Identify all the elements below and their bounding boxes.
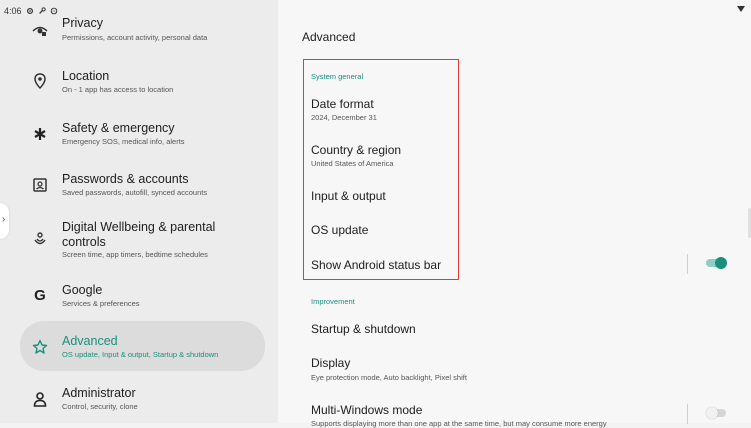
nav-title: Google: [62, 283, 103, 297]
nav-title: Location: [62, 69, 110, 83]
account-box-icon: [32, 177, 48, 193]
wellbeing-icon: [32, 231, 48, 247]
setting-title: Display: [311, 356, 351, 370]
setting-subtitle: United States of America: [311, 159, 394, 168]
nav-subtitle: Emergency SOS, medical info, alerts: [62, 137, 185, 146]
nav-subtitle: On - 1 app has access to location: [62, 85, 174, 94]
section-header-system-general: System general: [311, 72, 364, 81]
page-title: Advanced: [302, 30, 356, 44]
nav-subtitle: Services & preferences: [62, 299, 140, 308]
nav-subtitle: Screen time, app timers, bedtime schedul…: [62, 250, 208, 259]
google-icon: G: [34, 287, 46, 304]
setting-title: Startup & shutdown: [311, 322, 416, 336]
person-icon: [32, 391, 48, 407]
nav-title: Safety & emergency: [62, 121, 175, 135]
nav-subtitle: OS update, Input & output, Startup & shu…: [62, 350, 219, 359]
nav-selected-highlight: [20, 321, 265, 371]
section-header-improvement: Improvement: [311, 297, 355, 306]
setting-title: Date format: [311, 97, 374, 111]
setting-subtitle: Eye protection mode, Auto backlight, Pix…: [311, 373, 467, 382]
chevron-right-icon: ›: [2, 214, 6, 225]
nav-subtitle: Permissions, account activity, personal …: [62, 33, 208, 42]
divider: [687, 404, 688, 424]
setting-title: OS update: [311, 223, 369, 237]
setting-subtitle: 2024, December 31: [311, 113, 377, 122]
setting-title: Input & output: [311, 189, 386, 203]
nav-title: Administrator: [62, 386, 136, 400]
android-status-icon: [50, 7, 58, 15]
status-bar-toggle[interactable]: [706, 257, 727, 271]
nav-title: Digital Wellbeing & parental controls: [62, 220, 216, 249]
setting-title: Show Android status bar: [311, 258, 442, 272]
divider: [687, 254, 688, 274]
nav-title: Passwords & accounts: [62, 172, 189, 186]
asterisk-icon: [32, 126, 48, 142]
advanced-icon: [32, 339, 48, 355]
setting-title: Country & region: [311, 143, 402, 157]
privacy-icon: [32, 22, 48, 38]
wifi-icon: [737, 6, 745, 12]
wrench-status-icon: [38, 7, 46, 15]
status-bar: 4:06: [4, 6, 58, 16]
toggle-knob: [715, 257, 727, 269]
nav-subtitle: Control, security, clone: [62, 402, 138, 411]
settings-gear-status-icon: [26, 7, 34, 15]
location-icon: [32, 73, 48, 89]
setting-title: Multi-Windows mode: [311, 403, 423, 417]
setting-subtitle: Supports displaying more than one app at…: [311, 419, 607, 428]
nav-subtitle: Saved passwords, autofill, synced accoun…: [62, 188, 208, 197]
status-time: 4:06: [4, 6, 22, 16]
multi-windows-toggle[interactable]: [706, 407, 727, 421]
toggle-knob: [706, 407, 718, 419]
collapse-handle[interactable]: ›: [0, 203, 9, 239]
system-general-highlight: [303, 59, 459, 280]
nav-title: Advanced: [62, 334, 118, 348]
nav-title: Privacy: [62, 16, 103, 30]
